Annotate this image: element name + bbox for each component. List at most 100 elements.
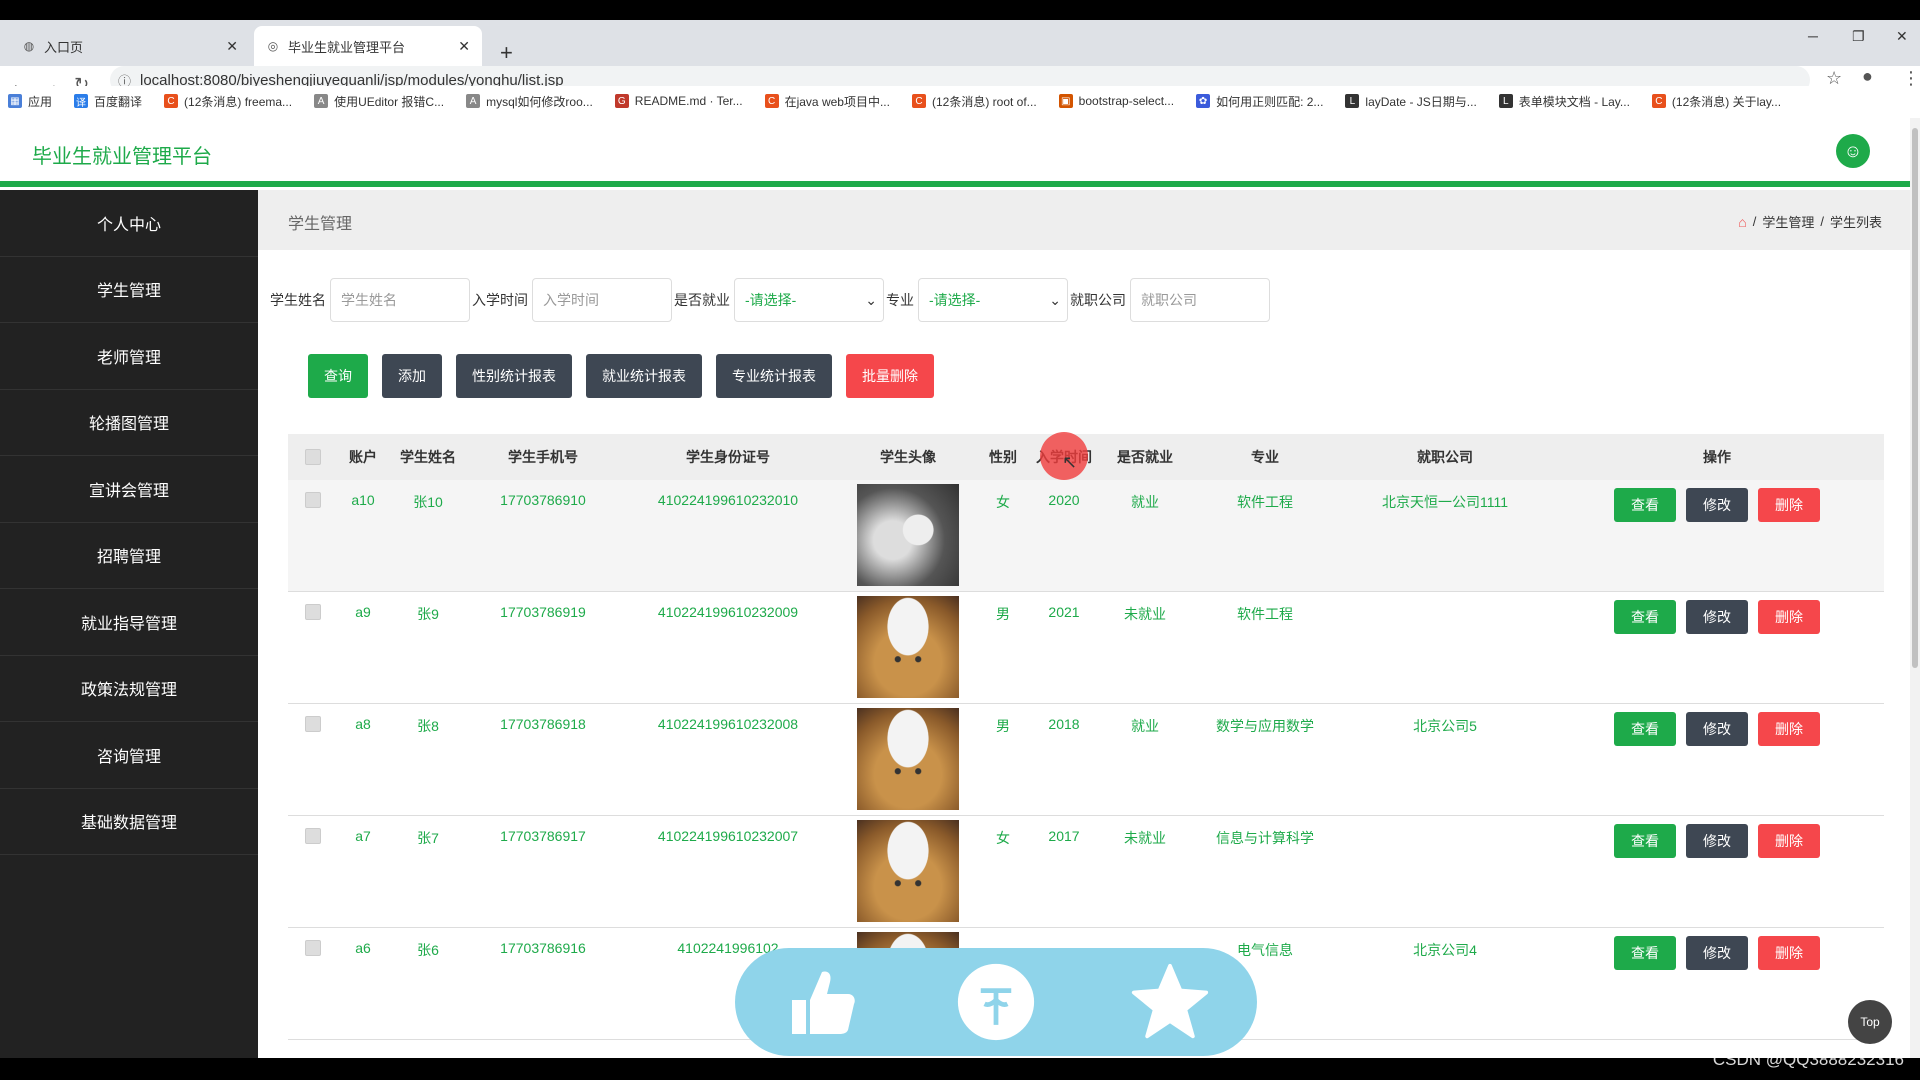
browser-tab[interactable]: ◍ 入口页 ✕	[10, 26, 250, 66]
query-button[interactable]: 查询	[308, 354, 368, 398]
name-input[interactable]: 学生姓名	[330, 278, 470, 322]
cell-employed	[1100, 928, 1190, 940]
employed-select[interactable]: -请选择- ⌄	[734, 278, 884, 322]
bookmark-item[interactable]: ▦ 应用	[8, 93, 52, 110]
star-icon[interactable]	[1130, 962, 1210, 1042]
delete-button[interactable]: 删除	[1758, 824, 1820, 858]
year-label: 入学时间	[472, 292, 528, 308]
toolbar: 查询 添加 性别统计报表 就业统计报表 专业统计报表 批量删除	[308, 354, 934, 398]
row-actions: 查看 修改 删除	[1614, 600, 1820, 634]
delete-button[interactable]: 删除	[1758, 600, 1820, 634]
breadcrumb-item[interactable]: 学生管理	[1762, 212, 1814, 231]
minimize-icon[interactable]: ─	[1808, 28, 1818, 44]
view-button[interactable]: 查看	[1614, 600, 1676, 634]
scrollbar-thumb[interactable]	[1912, 128, 1918, 668]
delete-button[interactable]: 删除	[1758, 936, 1820, 970]
cell-name: 张6	[417, 942, 439, 958]
company-input[interactable]: 就职公司	[1130, 278, 1270, 322]
cat-avatar-image	[857, 820, 959, 922]
page-header: 学生管理 ⌂ / 学生管理 / 学生列表	[258, 190, 1910, 250]
thumbs-up-icon[interactable]	[782, 962, 862, 1042]
bookmark-item[interactable]: ▣ bootstrap-select...	[1058, 94, 1174, 108]
close-icon[interactable]: ✕	[458, 38, 470, 55]
view-button[interactable]: 查看	[1614, 936, 1676, 970]
sidebar-item-consulting[interactable]: 咨询管理	[0, 722, 258, 789]
year-input[interactable]: 入学时间	[532, 278, 672, 322]
bookmark-label: 百度翻译	[94, 94, 143, 109]
sidebar-item-base-data[interactable]: 基础数据管理	[0, 789, 258, 855]
major-select[interactable]: -请选择- ⌄	[918, 278, 1068, 322]
bookmark-item[interactable]: 译百度翻译	[74, 93, 142, 110]
edit-button[interactable]: 修改	[1686, 712, 1748, 746]
bookmark-label: layDate - JS日期与...	[1365, 94, 1477, 109]
row-checkbox[interactable]	[305, 716, 321, 732]
cell-company: 北京公司4	[1413, 942, 1477, 958]
view-button[interactable]: 查看	[1614, 824, 1676, 858]
sidebar-item-carousel[interactable]: 轮播图管理	[0, 390, 258, 456]
column-header: 学生头像	[880, 449, 936, 465]
delete-button[interactable]: 删除	[1758, 712, 1820, 746]
bookmark-item[interactable]: C (12条消息) freema...	[164, 93, 292, 110]
bookmark-item[interactable]: C (12条消息) 关于lay...	[1651, 93, 1781, 110]
row-checkbox[interactable]	[305, 828, 321, 844]
row-checkbox[interactable]	[305, 604, 321, 620]
sidebar-item-guidance[interactable]: 就业指导管理	[0, 589, 258, 656]
view-button[interactable]: 查看	[1614, 712, 1676, 746]
cell-year: 2021	[1048, 604, 1080, 620]
cell-phone: 17703786910	[500, 492, 586, 508]
home-icon[interactable]: ⌂	[1738, 214, 1746, 230]
row-actions: 查看 修改 删除	[1614, 712, 1820, 746]
browser-tab-active[interactable]: ◎ 毕业生就业管理平台 ✕	[254, 26, 482, 66]
cell-id-card: 410224199610232010	[657, 492, 799, 508]
bookmark-item[interactable]: C (12条消息) root of...	[911, 93, 1037, 110]
window-bottom-bar	[0, 1058, 1920, 1080]
row-checkbox[interactable]	[305, 940, 321, 956]
major-report-button[interactable]: 专业统计报表	[716, 354, 832, 398]
sidebar-item-students[interactable]: 学生管理	[0, 257, 258, 323]
edit-button[interactable]: 修改	[1686, 936, 1748, 970]
window-close-icon[interactable]: ✕	[1896, 28, 1908, 45]
restore-icon[interactable]: ❐	[1852, 28, 1865, 45]
new-tab-icon[interactable]: +	[500, 40, 513, 66]
bookmark-item[interactable]: C 在java web项目中...	[764, 93, 890, 110]
close-icon[interactable]: ✕	[226, 38, 238, 55]
sidebar-item-policies[interactable]: 政策法规管理	[0, 656, 258, 722]
delete-button[interactable]: 删除	[1758, 488, 1820, 522]
edit-button[interactable]: 修改	[1686, 488, 1748, 522]
cell-major: 信息与计算科学	[1216, 830, 1314, 846]
bookmark-item[interactable]: A 使用UEditor 报错C...	[314, 93, 444, 110]
batch-delete-button[interactable]: 批量删除	[846, 354, 934, 398]
cell-name: 张9	[417, 606, 439, 622]
edit-button[interactable]: 修改	[1686, 824, 1748, 858]
add-button[interactable]: 添加	[382, 354, 442, 398]
cursor-icon: ↖	[1062, 452, 1078, 472]
profile-icon[interactable]: ●	[1862, 66, 1873, 87]
bookmark-item[interactable]: ✿ 如何用正则匹配: 2...	[1196, 93, 1323, 110]
edit-button[interactable]: 修改	[1686, 600, 1748, 634]
bookmark-item[interactable]: L 表单模块文档 - Lay...	[1498, 93, 1630, 110]
breadcrumb-item: 学生列表	[1829, 215, 1882, 230]
select-all-checkbox[interactable]	[305, 449, 321, 465]
window-top-bar	[0, 0, 1920, 20]
bookmark-label: 表单模块文档 - Lay...	[1518, 94, 1630, 109]
chevron-down-icon: ⌄	[865, 291, 877, 308]
coin-icon[interactable]	[956, 962, 1036, 1042]
gender-report-button[interactable]: 性别统计报表	[456, 354, 572, 398]
cell-year: 2017	[1048, 828, 1080, 844]
employment-report-button[interactable]: 就业统计报表	[586, 354, 702, 398]
sidebar-item-seminars[interactable]: 宣讲会管理	[0, 456, 258, 523]
bookmark-item[interactable]: G README.md · Ter...	[614, 94, 743, 108]
sidebar-item-recruitment[interactable]: 招聘管理	[0, 523, 258, 589]
site-icon: L	[1345, 94, 1360, 108]
back-to-top-button[interactable]: Top	[1848, 1000, 1892, 1044]
row-checkbox[interactable]	[305, 492, 321, 508]
view-button[interactable]: 查看	[1614, 488, 1676, 522]
actions-cell: 查看 修改 删除	[1550, 592, 1884, 634]
scrollbar[interactable]	[1910, 118, 1920, 1058]
bookmark-item[interactable]: Amysql如何修改roo...	[466, 93, 593, 110]
sidebar-item-teachers[interactable]: 老师管理	[0, 323, 258, 390]
user-icon[interactable]: ☺	[1836, 134, 1870, 168]
column-header: 账户	[349, 449, 377, 465]
bookmark-item[interactable]: LlayDate - JS日期与...	[1345, 93, 1477, 110]
sidebar-item-personal-center[interactable]: 个人中心	[0, 190, 258, 257]
